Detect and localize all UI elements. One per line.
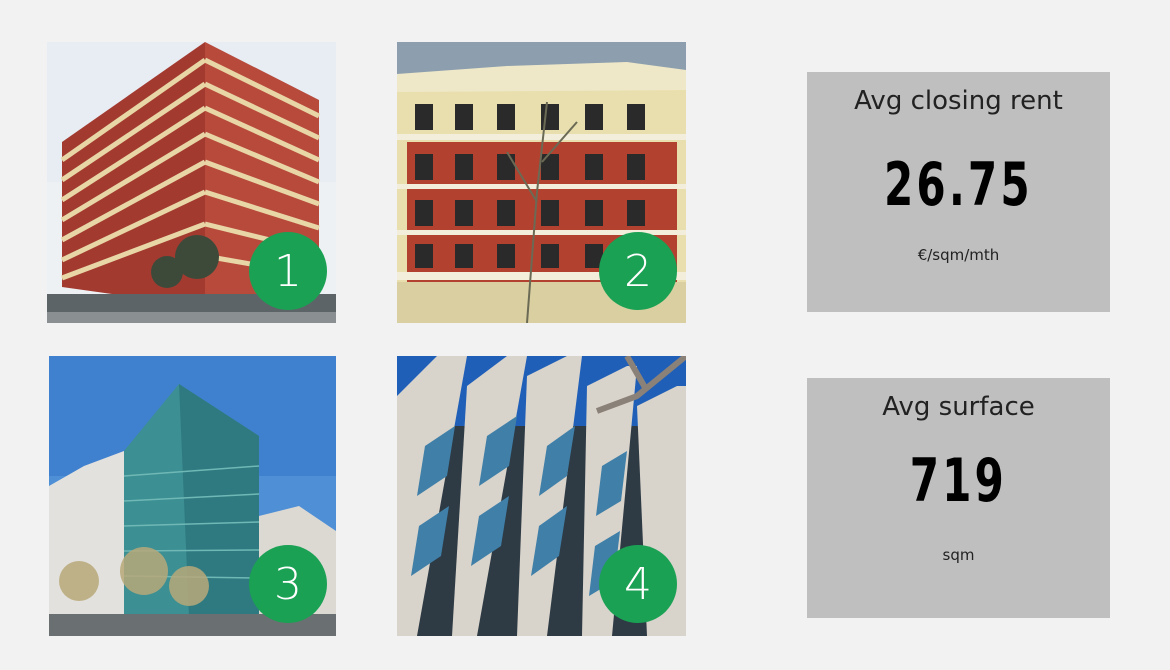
stat-avg-closing-rent: Avg closing rent 26.75 €/sqm/mth [807,72,1110,312]
stat-unit: sqm [942,546,975,564]
building-badge-2: 2 [599,232,677,310]
stat-label: Avg surface [882,392,1035,422]
stat-unit: €/sqm/mth [917,246,1000,264]
building-badge-4: 4 [599,545,677,623]
building-badge-3: 3 [249,545,327,623]
stat-value: 719 [909,446,1008,516]
building-badge-1: 1 [249,232,327,310]
building-photo-1: 1 [47,42,336,323]
building-photo-4: 4 [397,356,686,636]
stat-label: Avg closing rent [854,86,1063,116]
property-summary-slide: 1 2 3 4 Avg closing rent 26.75 €/sqm/mth… [0,0,1170,670]
building-photo-3: 3 [49,356,336,636]
stat-avg-surface: Avg surface 719 sqm [807,378,1110,618]
building-photo-2: 2 [397,42,686,323]
stat-value: 26.75 [884,150,1033,220]
